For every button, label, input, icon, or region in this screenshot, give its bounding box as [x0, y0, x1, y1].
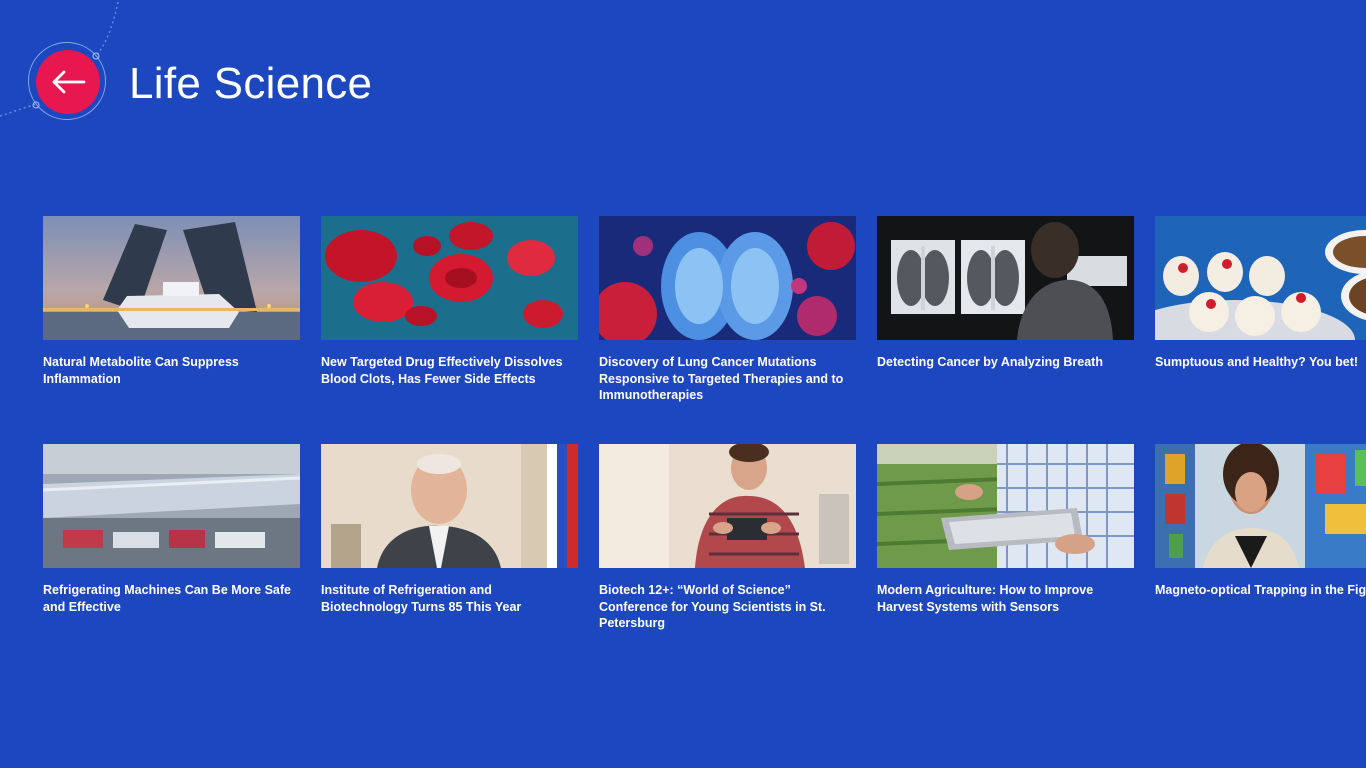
article-title: Natural Metabolite Can Suppress Inflamma…: [43, 355, 239, 386]
arrow-left-icon: [52, 70, 86, 94]
boy-with-gadget-photo: [599, 444, 856, 568]
article-title: Sumptuous and Healthy? You bet!: [1155, 355, 1359, 369]
article-card[interactable]: Refrigerating Machines Can Be More Safe …: [43, 444, 300, 615]
article-card[interactable]: New Targeted Drug Effectively Dissolves …: [321, 216, 578, 387]
drawbridge-ship-photo: [43, 216, 300, 340]
article-title: Detecting Cancer by Analyzing Breath: [877, 355, 1103, 369]
article-title: Modern Agriculture: How to Improve Harve…: [877, 583, 1094, 614]
desserts-table-photo: [1155, 216, 1366, 340]
article-card[interactable]: Institute of Refrigeration and Biotechno…: [321, 444, 578, 615]
article-title: New Targeted Drug Effectively Dissolves …: [321, 355, 563, 386]
page-title: Life Science: [129, 59, 373, 108]
red-blood-cells-photo: [321, 216, 578, 340]
article-card[interactable]: Biotech 12+: “World of Science” Conferen…: [599, 444, 856, 632]
woman-stained-glass-photo: [1155, 444, 1366, 568]
page: Life Science Natural Metabolite Can Supp…: [0, 0, 1366, 768]
article-card[interactable]: Discovery of Lung Cancer Mutations Respo…: [599, 216, 856, 404]
elderly-man-office-photo: [321, 444, 578, 568]
article-card[interactable]: Magneto-optical Trapping in the Fight Ag…: [1155, 444, 1366, 599]
article-title: Discovery of Lung Cancer Mutations Respo…: [599, 355, 844, 402]
lung-cancer-cells-photo: [599, 216, 856, 340]
supermarket-freezer-photo: [43, 444, 300, 568]
article-title: Institute of Refrigeration and Biotechno…: [321, 583, 522, 614]
article-card[interactable]: Modern Agriculture: How to Improve Harve…: [877, 444, 1134, 615]
farmer-tablet-photo: [877, 444, 1134, 568]
article-title: Refrigerating Machines Can Be More Safe …: [43, 583, 291, 614]
back-button[interactable]: [36, 50, 100, 114]
article-title: Magneto-optical Trapping in the Fight Ag…: [1155, 583, 1366, 597]
article-card[interactable]: Sumptuous and Healthy? You bet!: [1155, 216, 1366, 371]
article-card[interactable]: Natural Metabolite Can Suppress Inflamma…: [43, 216, 300, 387]
article-card[interactable]: Detecting Cancer by Analyzing Breath: [877, 216, 1134, 371]
doctor-xray-photo: [877, 216, 1134, 340]
article-title: Biotech 12+: “World of Science” Conferen…: [599, 583, 826, 630]
